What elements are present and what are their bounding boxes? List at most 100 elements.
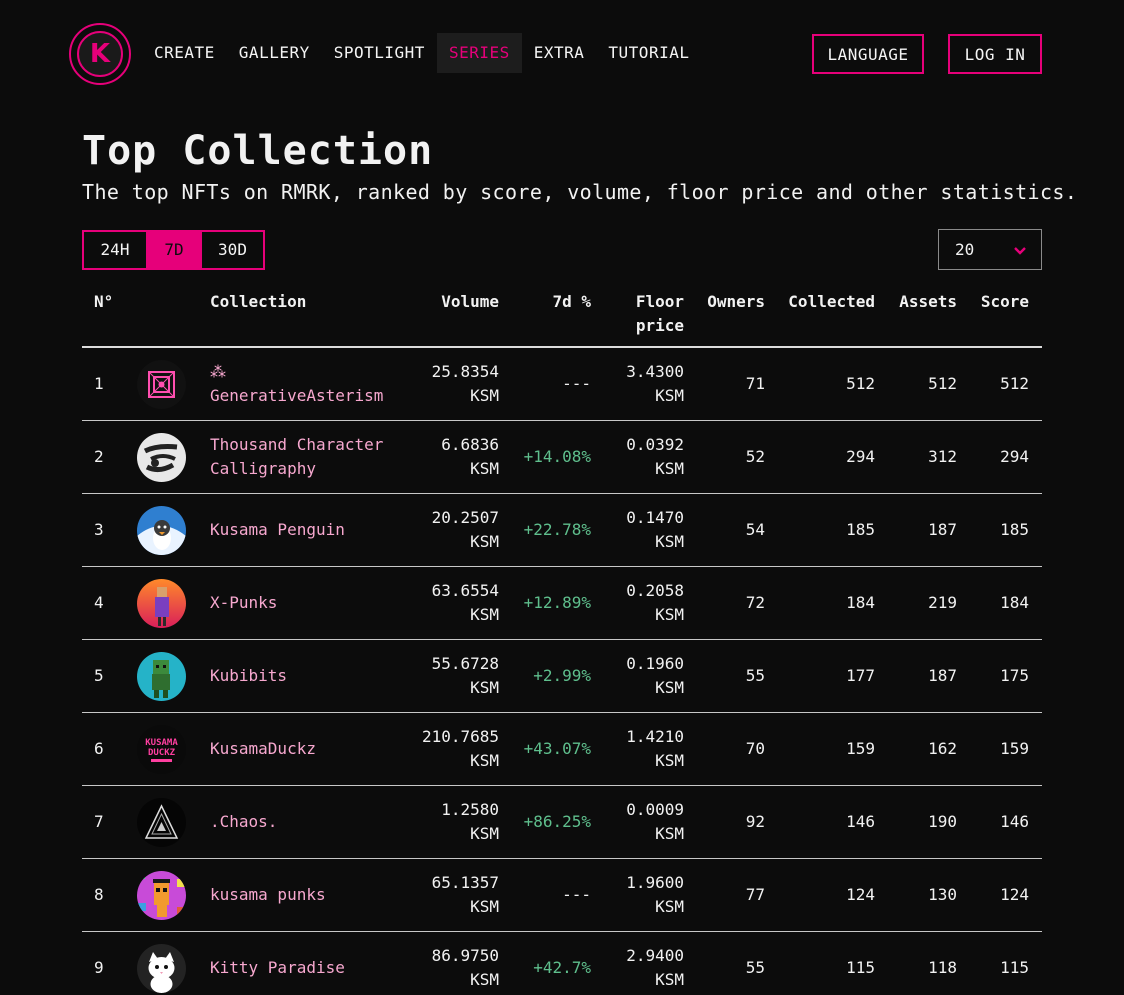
main-nav: CREATE GALLERY SPOTLIGHT SERIES EXTRA TU… xyxy=(142,33,701,73)
volume-currency: KSM xyxy=(470,605,499,624)
collected-cell: 115 xyxy=(846,958,875,977)
collection-avatar[interactable] xyxy=(137,798,186,847)
score-cell: 294 xyxy=(1000,447,1029,466)
floor-price-cell: 3.4300 KSM xyxy=(626,360,684,408)
collection-name-link[interactable]: Thousand Character Calligraphy xyxy=(210,433,383,481)
kusama-logo[interactable]: K xyxy=(69,23,131,85)
period-24h-button[interactable]: 24H xyxy=(84,232,146,268)
nav-gallery[interactable]: GALLERY xyxy=(227,33,322,73)
change-cell: +43.07% xyxy=(523,739,591,758)
floor-price-cell: 0.1470 KSM xyxy=(626,506,684,554)
table-row[interactable]: 5 Kubibits 55.6728 KSM +2.99% 0.1960 KSM 55 177 1… xyxy=(82,640,1042,713)
duckz-logo-line2: DUCKZ xyxy=(148,748,176,758)
collection-avatar[interactable]: KUSAMA DUCKZ xyxy=(137,725,186,774)
change-cell: +12.89% xyxy=(523,593,591,612)
collection-name-line2: GenerativeAsterism xyxy=(210,386,384,405)
header-floor-price[interactable]: Floor price xyxy=(636,290,684,338)
floor-currency: KSM xyxy=(655,386,684,405)
table-row[interactable]: 8 kusama punks 65.1357 KSM --- 1.9600 KSM 77 124… xyxy=(82,859,1042,932)
assets-cell: 162 xyxy=(928,739,957,758)
nav-spotlight[interactable]: SPOTLIGHT xyxy=(322,33,437,73)
assets-cell: 118 xyxy=(928,958,957,977)
collection-name-link[interactable]: Kusama Penguin xyxy=(210,518,345,542)
floor-currency: KSM xyxy=(655,824,684,843)
collected-cell: 124 xyxy=(846,885,875,904)
collection-avatar[interactable] xyxy=(137,360,186,409)
collection-name-line1: kusama punks xyxy=(210,885,326,904)
owners-cell: 55 xyxy=(745,958,765,977)
nav-create[interactable]: CREATE xyxy=(142,33,227,73)
header-collection[interactable]: Collection xyxy=(210,290,306,314)
nav-extra[interactable]: EXTRA xyxy=(522,33,597,73)
assets-cell: 130 xyxy=(928,885,957,904)
collection-name-link[interactable]: Kubibits xyxy=(210,664,287,688)
header-floor-line1: Floor xyxy=(635,292,684,311)
collection-avatar[interactable] xyxy=(137,433,186,482)
owners-cell: 92 xyxy=(745,812,765,831)
collected-cell: 185 xyxy=(846,520,875,539)
volume-currency: KSM xyxy=(470,459,499,478)
collected-cell: 159 xyxy=(846,739,875,758)
header-score[interactable]: Score xyxy=(981,290,1029,314)
volume-cell: 1.2580 KSM xyxy=(441,798,499,846)
floor-value: 3.4300 xyxy=(626,362,684,381)
table-row[interactable]: 4 X-Punks 63.6554 KSM +12.89% 0.2058 KSM 72 184 2… xyxy=(82,567,1042,640)
volume-value: 55.6728 xyxy=(431,654,499,673)
score-cell: 512 xyxy=(1000,374,1029,393)
collection-name-link[interactable]: .Chaos. xyxy=(210,810,277,834)
table-row[interactable]: 2 Thousand Character Calligraphy 6.6836 KSM +… xyxy=(82,421,1042,494)
header-collected[interactable]: Collected xyxy=(788,290,875,314)
collection-name-line1: Thousand Character xyxy=(210,435,384,454)
volume-currency: KSM xyxy=(470,386,499,405)
collection-avatar[interactable] xyxy=(137,871,186,920)
nav-series[interactable]: SERIES xyxy=(436,33,522,73)
volume-value: 6.6836 xyxy=(441,435,499,454)
owners-cell: 71 xyxy=(745,374,765,393)
score-cell: 159 xyxy=(1000,739,1029,758)
top-header: K CREATE GALLERY SPOTLIGHT SERIES EXTRA … xyxy=(0,0,1124,110)
floor-value: 0.0009 xyxy=(626,800,684,819)
table-row[interactable]: 9 Kitty Paradise 86.9750 KSM +42.7% 2.9400 KSM… xyxy=(82,932,1042,995)
table-row[interactable]: 3 Kusama Penguin 20.2507 KSM +22.78% 0.1470 KS… xyxy=(82,494,1042,567)
volume-currency: KSM xyxy=(470,824,499,843)
score-cell: 184 xyxy=(1000,593,1029,612)
row-rank: 8 xyxy=(94,885,104,904)
collection-avatar[interactable] xyxy=(137,652,186,701)
page-size-select[interactable]: 20 xyxy=(938,229,1042,270)
header-assets[interactable]: Assets xyxy=(899,290,957,314)
owners-cell: 70 xyxy=(745,739,765,758)
header-volume[interactable]: Volume xyxy=(441,290,499,314)
table-row[interactable]: 6 KUSAMA DUCKZ KusamaDuckz 210.7685 KSM +43.07… xyxy=(82,713,1042,786)
collection-avatar[interactable] xyxy=(137,944,186,993)
collection-name-link[interactable]: kusama punks xyxy=(210,883,326,907)
volume-currency: KSM xyxy=(470,970,499,989)
table-row[interactable]: 1 ⁂ GenerativeAsterism 25.8354 KSM --- 3.4300 K… xyxy=(82,348,1042,421)
floor-value: 0.1960 xyxy=(626,654,684,673)
volume-currency: KSM xyxy=(470,678,499,697)
nav-tutorial[interactable]: TUTORIAL xyxy=(596,33,701,73)
collection-name-link[interactable]: X-Punks xyxy=(210,591,277,615)
collection-avatar[interactable] xyxy=(137,579,186,628)
login-button[interactable]: LOG IN xyxy=(948,34,1042,74)
floor-price-cell: 0.0392 KSM xyxy=(626,433,684,481)
header-number[interactable]: N° xyxy=(94,290,113,314)
change-cell: +22.78% xyxy=(523,520,591,539)
collection-avatar[interactable] xyxy=(137,506,186,555)
collection-name-link[interactable]: KusamaDuckz xyxy=(210,737,316,761)
volume-cell: 65.1357 KSM xyxy=(432,871,499,919)
language-button[interactable]: LANGUAGE xyxy=(812,34,924,74)
owners-cell: 77 xyxy=(745,885,765,904)
period-30d-button[interactable]: 30D xyxy=(202,232,263,268)
header-owners[interactable]: Owners xyxy=(707,290,765,314)
period-7d-button[interactable]: 7D xyxy=(146,232,202,268)
volume-cell: 20.2507 KSM xyxy=(432,506,499,554)
collection-name-link[interactable]: ⁂ GenerativeAsterism xyxy=(210,360,383,408)
floor-value: 0.1470 xyxy=(626,508,684,527)
floor-currency: KSM xyxy=(655,897,684,916)
row-rank: 6 xyxy=(94,739,104,758)
collection-name-link[interactable]: Kitty Paradise xyxy=(210,956,345,980)
header-change[interactable]: 7d % xyxy=(552,290,591,314)
floor-currency: KSM xyxy=(655,678,684,697)
row-rank: 2 xyxy=(94,447,104,466)
table-row[interactable]: 7 .Chaos. 1.2580 KSM +86.25% 0.0009 KSM 92 146 19… xyxy=(82,786,1042,859)
